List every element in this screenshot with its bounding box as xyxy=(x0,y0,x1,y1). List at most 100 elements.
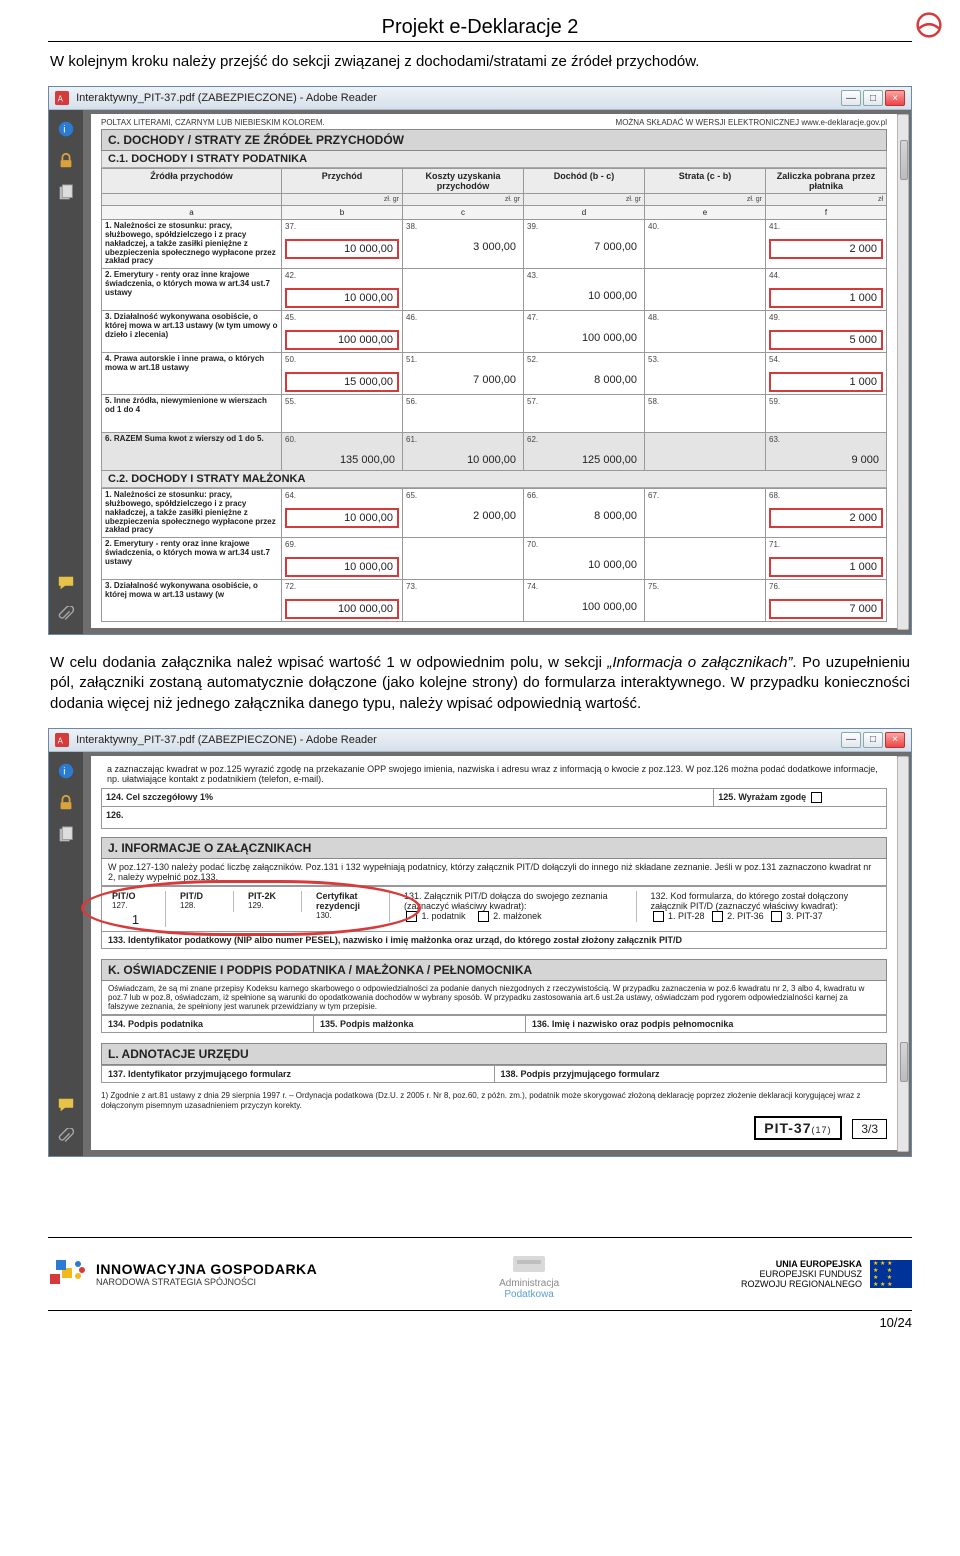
pdf-icon: A xyxy=(55,91,69,105)
scrollbar-thumb[interactable] xyxy=(900,1042,908,1082)
consent-checkbox[interactable] xyxy=(811,792,822,803)
form-top-strip: POLTAX LITERAMI, CZARNYM LUB NIEBIESKIM … xyxy=(101,118,887,127)
income-table-c1: Źródła przychodówPrzychódKoszty uzyskani… xyxy=(101,168,887,471)
maximize-button[interactable]: □ xyxy=(863,732,883,748)
form-field xyxy=(406,330,520,346)
form-field: 3 000,00 xyxy=(406,239,520,255)
pages-icon[interactable] xyxy=(55,824,77,846)
form-page-indicator: PIT-37(17) 3/3 xyxy=(101,1116,887,1140)
doc-title: Projekt e-Deklaracje 2 xyxy=(382,16,579,38)
pit28-checkbox[interactable] xyxy=(653,911,664,922)
window-title: Interaktywny_PIT-37.pdf (ZABEZPIECZONE) … xyxy=(76,92,377,104)
svg-text:A: A xyxy=(58,736,64,745)
form-field: 8 000,00 xyxy=(527,372,641,388)
form-field xyxy=(406,414,520,430)
form-field[interactable]: 10 000,00 xyxy=(285,508,399,528)
lock-icon[interactable] xyxy=(55,792,77,814)
comment-icon[interactable] xyxy=(55,1094,77,1116)
info-icon[interactable]: i xyxy=(55,760,77,782)
form-field[interactable]: 1 000 xyxy=(769,372,883,392)
office-row: 137. Identyfikator przyjmującego formula… xyxy=(101,1065,887,1083)
pit37-checkbox[interactable] xyxy=(771,911,782,922)
form-field xyxy=(648,330,762,346)
form-field xyxy=(648,372,762,388)
form-field: 7 000,00 xyxy=(527,239,641,255)
pitd-podatnik-checkbox[interactable] xyxy=(406,911,417,922)
form-field xyxy=(527,414,641,430)
section-k-header: K. OŚWIADCZENIE I PODPIS PODATNIKA / MAŁ… xyxy=(101,959,887,981)
section-c1-header: C.1. DOCHODY I STRATY PODATNIKA xyxy=(101,151,887,168)
form-field[interactable]: 1 000 xyxy=(769,557,883,577)
svg-text:i: i xyxy=(63,125,65,136)
form-field xyxy=(648,599,762,615)
paragraph-2: W celu dodania załącznika należ wpisać w… xyxy=(50,653,910,714)
comment-icon[interactable] xyxy=(55,572,77,594)
section-j-intro: W poz.127-130 należy podać liczbę załącz… xyxy=(101,859,887,886)
attach-icon[interactable] xyxy=(55,604,77,626)
reader-sidebar: i xyxy=(49,752,83,1156)
page-footer: INNOWACYJNA GOSPODARKA NARODOWA STRATEGI… xyxy=(48,1242,912,1306)
paragraph-1: W kolejnym kroku należy przejść do sekcj… xyxy=(50,52,910,72)
maximize-button[interactable]: □ xyxy=(863,90,883,106)
form-field: 9 000 xyxy=(769,452,883,468)
close-button[interactable]: × xyxy=(885,90,905,106)
section-k-body: Oświadczam, że są mi znane przepisy Kode… xyxy=(101,981,887,1015)
reader-sidebar: i xyxy=(49,110,83,634)
signature-row: 134. Podpis podatnika 135. Podpis małżon… xyxy=(101,1015,887,1033)
opp-table: 124. Cel szczegółowy 1% 125. Wyrażam zgo… xyxy=(101,788,887,829)
pdf-icon: A xyxy=(55,733,69,747)
form-field[interactable]: 7 000 xyxy=(769,599,883,619)
form-field: 10 000,00 xyxy=(527,288,641,304)
scrollbar-thumb[interactable] xyxy=(900,140,908,180)
form-field[interactable]: 2 000 xyxy=(769,508,883,528)
form-field[interactable]: 10 000,00 xyxy=(285,239,399,259)
form-field: 8 000,00 xyxy=(527,508,641,524)
form-field[interactable]: 100 000,00 xyxy=(285,599,399,619)
form-field[interactable]: 10 000,00 xyxy=(285,288,399,308)
form2-footnote: 1) Zgodnie z art.81 ustawy z dnia 29 sie… xyxy=(101,1091,887,1110)
ig-logo-icon xyxy=(48,1254,88,1294)
section-l-header: L. ADNOTACJE URZĘDU xyxy=(101,1043,887,1065)
minimize-button[interactable]: — xyxy=(841,732,861,748)
close-button[interactable]: × xyxy=(885,732,905,748)
admin-logo-icon xyxy=(509,1248,549,1278)
form-field[interactable]: 10 000,00 xyxy=(285,557,399,577)
form-field[interactable]: 1 000 xyxy=(769,288,883,308)
form-field: 100 000,00 xyxy=(527,330,641,346)
pit-o-value[interactable]: 1 xyxy=(112,912,159,927)
form-field: 135 000,00 xyxy=(285,452,399,468)
section-c-header: C. DOCHODY / STRATY ZE ŹRÓDEŁ PRZYCHODÓW xyxy=(101,129,887,151)
minimize-button[interactable]: — xyxy=(841,90,861,106)
form-field: 100 000,00 xyxy=(527,599,641,615)
form-field xyxy=(406,279,520,295)
income-table-c2: 1. Należności ze stosunku: pracy, służbo… xyxy=(101,488,887,622)
field-133: 133. Identyfikator podatkowy (NIP albo n… xyxy=(101,932,887,949)
form-field: 10 000,00 xyxy=(527,557,641,573)
form-field: 10 000,00 xyxy=(406,452,520,468)
section-c2-header: C.2. DOCHODY I STRATY MAŁŻONKA xyxy=(101,471,887,488)
form-field xyxy=(406,548,520,564)
svg-text:i: i xyxy=(63,767,65,778)
pit36-checkbox[interactable] xyxy=(712,911,723,922)
form2-intro: a zaznaczając kwadrat w poz.125 wyrazić … xyxy=(101,760,887,788)
svg-text:A: A xyxy=(58,95,64,104)
attach-icon[interactable] xyxy=(55,1126,77,1148)
form-field[interactable]: 15 000,00 xyxy=(285,372,399,392)
window-title: Interaktywny_PIT-37.pdf (ZABEZPIECZONE) … xyxy=(76,734,377,746)
lock-icon[interactable] xyxy=(55,150,77,172)
screenshot-2: A Interaktywny_PIT-37.pdf (ZABEZPIECZONE… xyxy=(48,728,912,1157)
form-field[interactable]: 2 000 xyxy=(769,239,883,259)
form-field xyxy=(285,414,399,430)
pitd-malzonek-checkbox[interactable] xyxy=(478,911,489,922)
info-icon[interactable]: i xyxy=(55,118,77,140)
form-field[interactable]: 100 000,00 xyxy=(285,330,399,350)
form-field: 125 000,00 xyxy=(527,452,641,468)
form-field: 7 000,00 xyxy=(406,372,520,388)
form-field[interactable]: 5 000 xyxy=(769,330,883,350)
page-number: 10/24 xyxy=(48,1315,912,1330)
form-field xyxy=(406,599,520,615)
pages-icon[interactable] xyxy=(55,182,77,204)
eu-flag-icon xyxy=(870,1260,912,1288)
form-field xyxy=(648,508,762,524)
form-field: 2 000,00 xyxy=(406,508,520,524)
